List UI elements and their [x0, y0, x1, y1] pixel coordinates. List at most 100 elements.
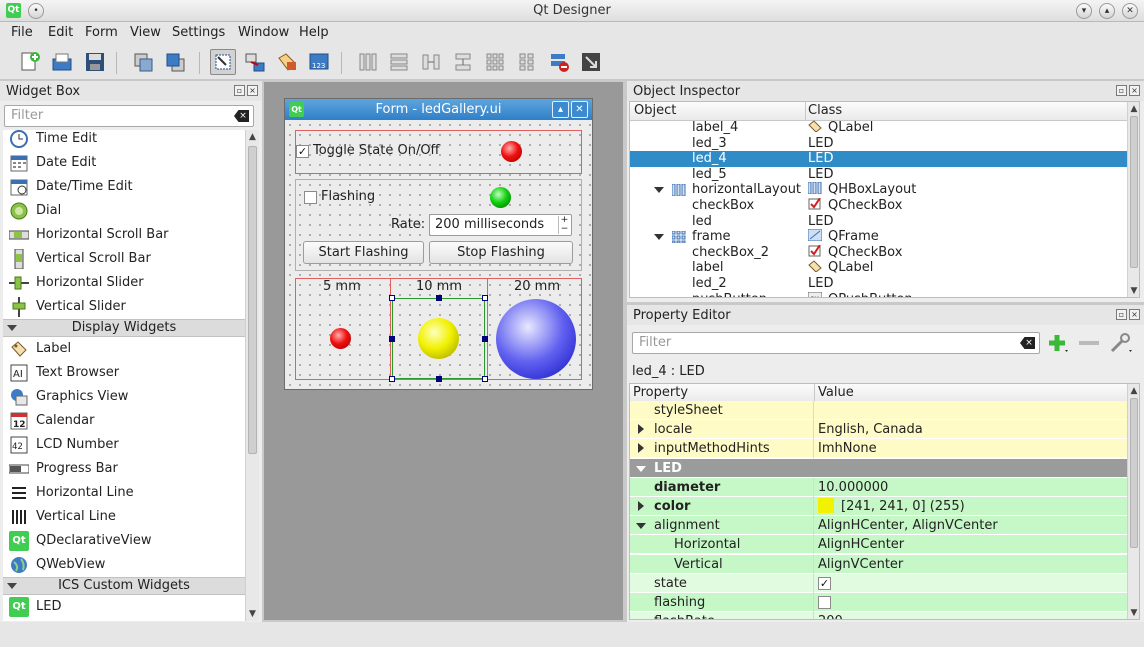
widget-item-graphics-view[interactable]: Graphics View	[3, 385, 245, 409]
layout-h-splitter-button[interactable]	[418, 49, 444, 75]
rate-spinbox[interactable]: 200 milliseconds + −	[429, 214, 572, 236]
collapse-arrow-icon[interactable]	[636, 523, 646, 530]
form-canvas[interactable]: ✓ Toggle State On/Off Flashing Rate: 200…	[285, 120, 592, 389]
widget-box-filter[interactable]: Filter ×	[4, 105, 254, 127]
send-to-back-button[interactable]	[130, 49, 156, 75]
edit-buddies-button[interactable]	[274, 49, 300, 75]
property-row[interactable]: diameter 10.000000	[630, 477, 1127, 497]
scroll-down-arrow[interactable]: ▼	[246, 607, 259, 621]
property-filter[interactable]: Filter ×	[632, 332, 1040, 354]
scroll-up-arrow[interactable]: ▲	[1128, 102, 1139, 116]
object-tree-row[interactable]: label_4 QLabel	[630, 120, 1127, 136]
resize-handle[interactable]	[389, 295, 395, 301]
object-tree-row[interactable]: led_3 LED	[630, 136, 1127, 152]
edit-tab-order-button[interactable]: 123	[306, 49, 332, 75]
menu-edit[interactable]: Edit	[48, 25, 73, 40]
object-tree-row[interactable]: pushButton OK QPushButton	[630, 291, 1127, 297]
resize-handle[interactable]	[482, 336, 488, 342]
stop-flashing-button[interactable]: Stop Flashing	[429, 241, 573, 264]
property-row[interactable]: Vertical AlignVCenter	[630, 554, 1127, 574]
save-form-button[interactable]	[82, 49, 108, 75]
expand-arrow-icon[interactable]	[654, 187, 664, 194]
menu-settings[interactable]: Settings	[172, 25, 225, 40]
widget-item-progress-bar[interactable]: Progress Bar	[3, 457, 245, 481]
layout-grid-button[interactable]	[482, 49, 508, 75]
object-tree-row[interactable]: led LED	[630, 214, 1127, 230]
widget-item-time-edit[interactable]: Time Edit	[3, 130, 245, 151]
property-row[interactable]: inputMethodHints ImhNone	[630, 439, 1127, 459]
property-value-cell[interactable]	[815, 593, 1127, 612]
widget-item-dial[interactable]: Dial	[3, 199, 245, 223]
resize-handle[interactable]	[482, 376, 488, 382]
start-flashing-button[interactable]: Start Flashing	[303, 241, 424, 264]
adjust-size-button[interactable]	[578, 49, 604, 75]
object-tree-row[interactable]: label QLabel	[630, 260, 1127, 276]
float-dock-button[interactable]: ▫	[1116, 85, 1127, 96]
led-yellow-10mm[interactable]	[418, 318, 459, 359]
float-dock-button[interactable]: ▫	[234, 85, 245, 96]
property-value-cell[interactable]: ImhNone	[815, 439, 1127, 458]
collapse-arrow-icon[interactable]	[636, 465, 646, 472]
property-value-cell[interactable]: [241, 241, 0] (255)	[815, 497, 1127, 516]
property-row[interactable]: state ✓	[630, 573, 1127, 593]
object-tree-row[interactable]: led_2 LED	[630, 276, 1127, 292]
widget-item-calendar[interactable]: 12 Calendar	[3, 409, 245, 433]
maximize-button[interactable]: ▴	[1099, 3, 1115, 19]
scroll-up-arrow[interactable]: ▲	[1128, 384, 1139, 398]
new-form-button[interactable]	[17, 49, 43, 75]
category-display-widgets[interactable]: Display Widgets	[3, 319, 245, 337]
property-row[interactable]: locale English, Canada	[630, 420, 1127, 440]
form-minimize-button[interactable]: ▴	[552, 101, 569, 118]
expand-arrow-icon[interactable]	[638, 443, 644, 454]
column-class-header[interactable]: Class	[808, 102, 842, 120]
property-row[interactable]: flashing	[630, 593, 1127, 612]
property-checkbox[interactable]	[818, 596, 831, 609]
property-value-cell[interactable]: 10.000000	[815, 478, 1127, 497]
open-form-button[interactable]	[49, 49, 75, 75]
resize-handle[interactable]	[482, 295, 488, 301]
minimize-button[interactable]: ▾	[1076, 3, 1092, 19]
property-value-cell[interactable]: English, Canada	[815, 420, 1127, 439]
remove-dynamic-property-button[interactable]	[1077, 332, 1101, 354]
resize-handle[interactable]	[389, 336, 395, 342]
led-red-5mm[interactable]	[330, 328, 351, 349]
clear-filter-icon[interactable]: ×	[234, 110, 249, 122]
property-row[interactable]: LED	[630, 458, 1127, 478]
property-checkbox[interactable]: ✓	[818, 576, 831, 590]
object-tree-row[interactable]: horizontalLayout QHBoxLayout	[630, 181, 1127, 198]
break-layout-button[interactable]	[546, 49, 572, 75]
scroll-thumb[interactable]	[248, 146, 257, 454]
scroll-thumb[interactable]	[1130, 398, 1138, 548]
object-tree-row[interactable]: checkBox_2 QCheckBox	[630, 244, 1127, 261]
column-object-header[interactable]: Object	[634, 102, 676, 120]
widget-item-horizontal-scroll-bar[interactable]: Horizontal Scroll Bar	[3, 223, 245, 247]
resize-handle[interactable]	[436, 376, 442, 382]
expand-arrow-icon[interactable]	[638, 424, 644, 435]
widget-item-date-edit[interactable]: Date Edit	[3, 151, 245, 175]
led-green-flashing[interactable]	[490, 187, 511, 208]
edit-signals-slots-button[interactable]	[242, 49, 268, 75]
menu-help[interactable]: Help	[299, 25, 329, 40]
widget-item-vertical-slider[interactable]: Vertical Slider	[3, 295, 245, 319]
property-row[interactable]: alignment AlignHCenter, AlignVCenter	[630, 516, 1127, 536]
widget-item-text-browser[interactable]: AI Text Browser	[3, 361, 245, 385]
widget-item-qwebview[interactable]: QWebView	[3, 553, 245, 577]
property-table-scrollbar[interactable]: ▲ ▼	[1127, 384, 1139, 619]
menu-file[interactable]: File	[11, 25, 33, 40]
column-value-header[interactable]: Value	[818, 384, 854, 402]
property-row[interactable]: color [241, 241, 0] (255)	[630, 497, 1127, 516]
float-dock-button[interactable]: ▫	[1116, 309, 1127, 320]
menu-window[interactable]: Window	[238, 25, 289, 40]
layout-form-button[interactable]	[514, 49, 540, 75]
widget-item-label[interactable]: Label	[3, 337, 245, 361]
property-value-cell[interactable]: AlignHCenter	[815, 535, 1127, 554]
property-value-cell[interactable]: ✓	[815, 574, 1127, 593]
widget-item-vertical-scroll-bar[interactable]: Vertical Scroll Bar	[3, 247, 245, 271]
property-value-cell[interactable]: AlignVCenter	[815, 555, 1127, 574]
resize-handle[interactable]	[436, 295, 442, 301]
edit-widgets-button[interactable]	[210, 49, 236, 75]
property-row[interactable]: Horizontal AlignHCenter	[630, 535, 1127, 555]
property-value-cell[interactable]: AlignHCenter, AlignVCenter	[815, 516, 1127, 535]
property-value-cell[interactable]	[815, 401, 1127, 420]
widget-item-datetime-edit[interactable]: Date/Time Edit	[3, 175, 245, 199]
